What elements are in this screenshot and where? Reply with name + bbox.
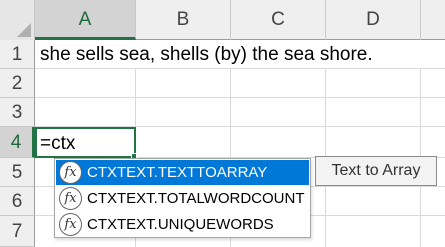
column-header-d[interactable]: D xyxy=(326,0,421,40)
column-header-c[interactable]: C xyxy=(231,0,326,40)
column-header-bar: A B C D xyxy=(0,0,445,40)
row-header-5[interactable]: 5 xyxy=(0,158,35,187)
row-header-2[interactable]: 2 xyxy=(0,69,35,98)
row-header-3[interactable]: 3 xyxy=(0,98,35,127)
autocomplete-item-uniquewords[interactable]: fx CTXTEXT.UNIQUEWORDS xyxy=(56,212,309,237)
column-header-b[interactable]: B xyxy=(136,0,231,40)
autocomplete-item-totalwordcount[interactable]: fx CTXTEXT.TOTALWORDCOUNT xyxy=(56,186,309,211)
function-icon: fx xyxy=(59,213,82,236)
formula-autocomplete-list: fx CTXTEXT.TEXTTOARRAY fx CTXTEXT.TOTALW… xyxy=(54,158,311,238)
row-header-6[interactable]: 6 xyxy=(0,187,35,216)
gridline xyxy=(35,68,445,69)
row-header-1[interactable]: 1 xyxy=(0,40,35,69)
gridline xyxy=(35,97,445,98)
autocomplete-item-label: CTXTEXT.UNIQUEWORDS xyxy=(87,216,274,233)
function-tooltip: Text to Array xyxy=(315,156,437,186)
function-icon: fx xyxy=(59,187,82,210)
autocomplete-item-label: CTXTEXT.TEXTTOARRAY xyxy=(87,164,268,181)
column-header-e[interactable] xyxy=(421,0,445,40)
autocomplete-item-texttoarray[interactable]: fx CTXTEXT.TEXTTOARRAY xyxy=(56,160,309,185)
select-all-corner[interactable] xyxy=(0,0,35,40)
cell-a1[interactable]: she sells sea, shells (by) the sea shore… xyxy=(40,44,373,66)
function-icon: fx xyxy=(59,161,82,184)
spreadsheet-grid[interactable]: A B C D 1 2 3 4 5 6 7 she sells sea, she… xyxy=(0,0,445,247)
column-header-a[interactable]: A xyxy=(35,0,136,40)
select-all-triangle-icon xyxy=(17,23,31,37)
cell-a4-formula[interactable]: =ctx xyxy=(40,133,75,155)
autocomplete-item-label: CTXTEXT.TOTALWORDCOUNT xyxy=(87,190,305,207)
row-header-4[interactable]: 4 xyxy=(0,127,35,158)
row-header-7[interactable]: 7 xyxy=(0,216,35,247)
